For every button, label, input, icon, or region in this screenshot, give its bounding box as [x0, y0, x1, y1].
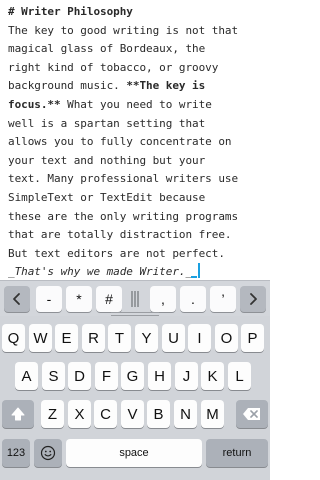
shift-icon[interactable]	[2, 400, 34, 428]
italic-span: _That's why we made Writer._	[8, 265, 193, 279]
key-b[interactable]: B	[147, 400, 170, 428]
text-line: text. Many professional writers use	[8, 172, 239, 186]
key-d[interactable]: D	[68, 362, 91, 390]
key-j[interactable]: J	[175, 362, 198, 390]
text-span: What you need to write	[60, 97, 212, 111]
key-a[interactable]: A	[15, 362, 38, 390]
document-text[interactable]: # Writer Philosophy The key to good writ…	[8, 3, 270, 280]
key-w[interactable]: W	[29, 324, 52, 352]
extra-key-comma[interactable]: ,	[150, 286, 176, 312]
key-z[interactable]: Z	[41, 400, 64, 428]
focus-marker	[191, 276, 198, 279]
extra-key-hash[interactable]: #	[96, 286, 122, 312]
text-line: your text and nothing but your	[8, 153, 206, 167]
text-line: these are the only writing programs	[8, 209, 239, 223]
keyboard: Q W E R T Y U I O P A S D F G H J K L Z X C V B N M 123 space return	[0, 316, 270, 480]
key-u[interactable]: U	[162, 324, 185, 352]
key-p[interactable]: P	[241, 324, 264, 352]
text-line: well is a spartan setting that	[8, 116, 206, 130]
chevron-right-icon[interactable]	[240, 286, 266, 312]
key-f[interactable]: F	[95, 362, 118, 390]
key-i[interactable]: I	[188, 324, 211, 352]
bold-span: **The key is	[126, 79, 206, 93]
extra-key-apostrophe[interactable]: ’	[210, 286, 236, 312]
extra-key-dash[interactable]: -	[36, 286, 62, 312]
numbers-key[interactable]: 123	[2, 439, 30, 467]
text-line: The key to good writing is not that	[8, 23, 239, 37]
divider-icon	[124, 286, 146, 312]
key-q[interactable]: Q	[2, 324, 25, 352]
space-bar[interactable]: space	[66, 439, 202, 467]
bold-span: focus.**	[8, 97, 61, 111]
key-m[interactable]: M	[201, 400, 224, 428]
text-caret	[198, 263, 200, 279]
delete-icon[interactable]	[236, 400, 268, 428]
key-v[interactable]: V	[121, 400, 144, 428]
text-line: SimpleText or TextEdit because	[8, 190, 206, 204]
text-line: But text editors are not perfect.	[8, 246, 225, 260]
editor-area[interactable]: # Writer Philosophy The key to good writ…	[0, 0, 270, 280]
text-line: background music. **The key is	[8, 77, 270, 96]
text-line: allows you to fully concentrate on	[8, 135, 232, 149]
emoji-icon[interactable]	[34, 439, 62, 467]
text-line: _That's why we made Writer._	[8, 263, 270, 280]
key-t[interactable]: T	[108, 324, 131, 352]
extra-key-asterisk[interactable]: *	[66, 286, 92, 312]
document-heading: # Writer Philosophy	[8, 5, 133, 18]
text-line: focus.** What you need to write	[8, 96, 270, 115]
extra-keys-bar: - * # , . ’	[0, 280, 270, 316]
key-n[interactable]: N	[174, 400, 197, 428]
extra-key-period[interactable]: .	[180, 286, 206, 312]
text-line: that are totally distraction free.	[8, 228, 232, 242]
key-o[interactable]: O	[215, 324, 238, 352]
key-c[interactable]: C	[94, 400, 117, 428]
key-e[interactable]: E	[55, 324, 78, 352]
key-r[interactable]: R	[82, 324, 105, 352]
key-l[interactable]: L	[228, 362, 251, 390]
key-s[interactable]: S	[42, 362, 65, 390]
key-y[interactable]: Y	[135, 324, 158, 352]
text-span: background music.	[8, 79, 127, 93]
key-x[interactable]: X	[68, 400, 91, 428]
return-key[interactable]: return	[206, 439, 268, 467]
text-line: magical glass of Bordeaux, the	[8, 42, 206, 56]
key-g[interactable]: G	[121, 362, 144, 390]
text-line: right kind of tobacco, or groovy	[8, 60, 219, 74]
key-h[interactable]: H	[148, 362, 171, 390]
chevron-left-icon[interactable]	[4, 286, 30, 312]
key-k[interactable]: K	[201, 362, 224, 390]
